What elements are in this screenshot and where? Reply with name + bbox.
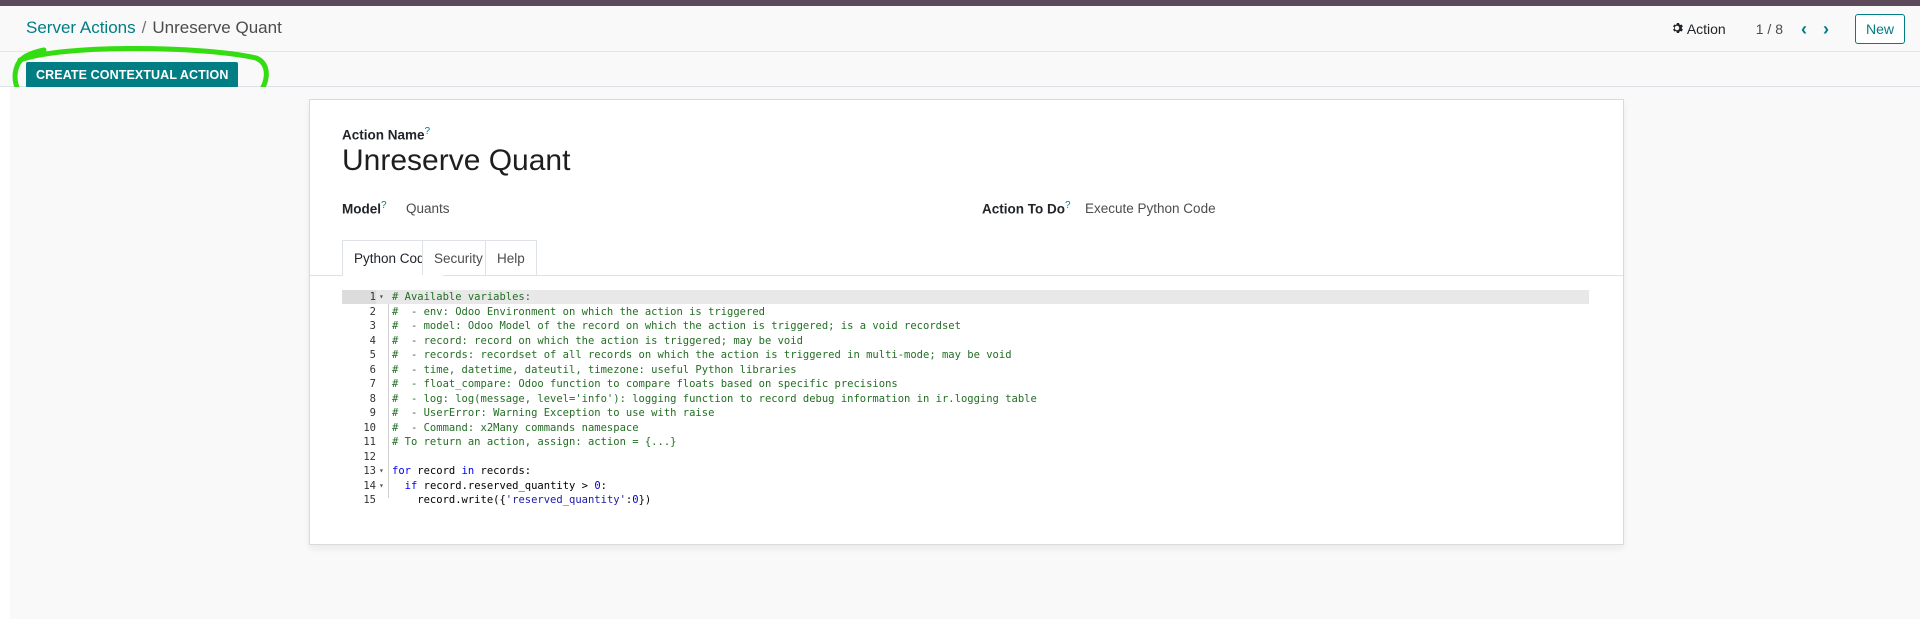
action-menu-label: Action bbox=[1686, 21, 1726, 37]
code-text: # - time, datetime, dateutil, timezone: … bbox=[392, 363, 797, 376]
code-line[interactable]: 6 # - time, datetime, dateutil, timezone:… bbox=[342, 363, 1589, 377]
line-number: 15 bbox=[363, 494, 376, 506]
code-line[interactable]: 9 # - UserError: Warning Exception to use… bbox=[342, 406, 1589, 420]
breadcrumb-server-actions-link[interactable]: Server Actions bbox=[26, 18, 136, 38]
action-to-do-label: Action To Do? bbox=[982, 200, 1071, 217]
action-name-label: Action Name? bbox=[342, 126, 431, 143]
line-number: 8 bbox=[369, 392, 376, 405]
code-line[interactable]: 7 # - float_compare: Odoo function to com… bbox=[342, 377, 1589, 391]
code-text: # To return an action, assign: action = … bbox=[392, 436, 677, 448]
line-number: 12 bbox=[363, 450, 376, 463]
line-number: 4 bbox=[369, 334, 376, 347]
help-tooltip-icon[interactable]: ? bbox=[425, 126, 431, 137]
new-button[interactable]: New bbox=[1854, 14, 1905, 44]
chevron-left-icon[interactable]: ‹ bbox=[1793, 20, 1815, 38]
code-text: # Available variables: bbox=[392, 291, 532, 303]
code-text: # - model: Odoo Model of the record on w… bbox=[392, 320, 961, 332]
python-code-editor[interactable]: 1 ▾ # Available variables: 2 # - env: Odoo E… bbox=[342, 290, 1589, 506]
code-line[interactable]: 5 # - records: recordset of all records o… bbox=[342, 348, 1589, 362]
control-panel: Server Actions / Unreserve Quant Action … bbox=[0, 6, 1920, 88]
tab-security[interactable]: Security bbox=[422, 240, 495, 275]
code-line[interactable]: 15 record.write({'reserved_quantity':0}) bbox=[342, 493, 1589, 507]
code-line[interactable]: 4 # - record: record on which the action … bbox=[342, 334, 1589, 348]
caret-down-icon[interactable]: ▾ bbox=[379, 290, 384, 304]
action-name-value[interactable]: Unreserve Quant bbox=[342, 144, 570, 178]
help-tooltip-icon[interactable]: ? bbox=[1065, 200, 1071, 211]
code-line[interactable]: 14 ▾ if record.reserved_quantity > 0: bbox=[342, 479, 1589, 493]
line-number: 5 bbox=[369, 349, 376, 361]
code-line[interactable]: 11 # To return an action, assign: action … bbox=[342, 435, 1589, 449]
gear-icon bbox=[1671, 21, 1683, 37]
pager-value[interactable]: 1 / 8 bbox=[1756, 21, 1783, 37]
caret-down-icon[interactable]: ▾ bbox=[379, 464, 384, 478]
header-divider bbox=[0, 51, 1920, 52]
tab-help[interactable]: Help bbox=[485, 240, 537, 275]
code-text: # - records: recordset of all records on… bbox=[392, 349, 1012, 361]
code-line[interactable]: 10 # - Command: x2Many commands namespace bbox=[342, 421, 1589, 435]
line-number: 11 bbox=[363, 436, 376, 448]
breadcrumb-current: Unreserve Quant bbox=[152, 18, 282, 37]
control-panel-right: Action 1 / 8 ‹ › New bbox=[1671, 14, 1905, 44]
code-line[interactable]: 8 # - log: log(message, level='info'): lo… bbox=[342, 392, 1589, 406]
code-line[interactable]: 3 # - model: Odoo Model of the record on … bbox=[342, 319, 1589, 333]
code-text: for record in records: bbox=[392, 465, 532, 477]
breadcrumb: Server Actions / Unreserve Quant bbox=[26, 18, 282, 38]
line-number: 1 bbox=[342, 290, 376, 304]
line-number: 7 bbox=[369, 378, 376, 390]
code-text: # - log: log(message, level='info'): log… bbox=[392, 392, 1037, 405]
line-number: 10 bbox=[363, 421, 376, 434]
help-tooltip-icon[interactable]: ? bbox=[381, 200, 387, 211]
breadcrumb-separator: / bbox=[141, 18, 147, 37]
notebook-tabs: Python Code Security Help bbox=[310, 240, 1623, 276]
line-number: 6 bbox=[369, 363, 376, 376]
line-number: 3 bbox=[369, 320, 376, 332]
code-text: # - record: record on which the action i… bbox=[392, 334, 803, 347]
code-line[interactable]: 2 # - env: Odoo Environment on which the … bbox=[342, 305, 1589, 319]
chevron-right-icon[interactable]: › bbox=[1815, 20, 1837, 38]
form-sheet: Action Name? Unreserve Quant Model? Quan… bbox=[309, 99, 1624, 545]
caret-down-icon[interactable]: ▾ bbox=[379, 479, 384, 493]
code-line[interactable]: 12 bbox=[342, 450, 1589, 464]
code-text: # - env: Odoo Environment on which the a… bbox=[392, 305, 765, 318]
action-to-do-value[interactable]: Execute Python Code bbox=[1085, 201, 1216, 216]
code-text: if record.reserved_quantity > 0: bbox=[404, 479, 607, 492]
line-number: 2 bbox=[369, 305, 376, 318]
code-text: # - Command: x2Many commands namespace bbox=[392, 421, 639, 434]
code-line[interactable]: 13 ▾ for record in records: bbox=[342, 464, 1589, 478]
line-number: 9 bbox=[369, 407, 376, 419]
model-label: Model? bbox=[342, 200, 387, 217]
action-menu-button[interactable]: Action bbox=[1671, 21, 1726, 37]
code-text: # - float_compare: Odoo function to comp… bbox=[392, 378, 898, 390]
code-line[interactable]: 1 ▾ # Available variables: bbox=[342, 290, 1589, 304]
line-number: 14 bbox=[363, 479, 376, 492]
model-value[interactable]: Quants bbox=[406, 201, 450, 216]
code-text: record.write({'reserved_quantity':0}) bbox=[392, 494, 652, 506]
code-text: # - UserError: Warning Exception to use … bbox=[392, 407, 715, 419]
line-number: 13 bbox=[363, 465, 376, 477]
